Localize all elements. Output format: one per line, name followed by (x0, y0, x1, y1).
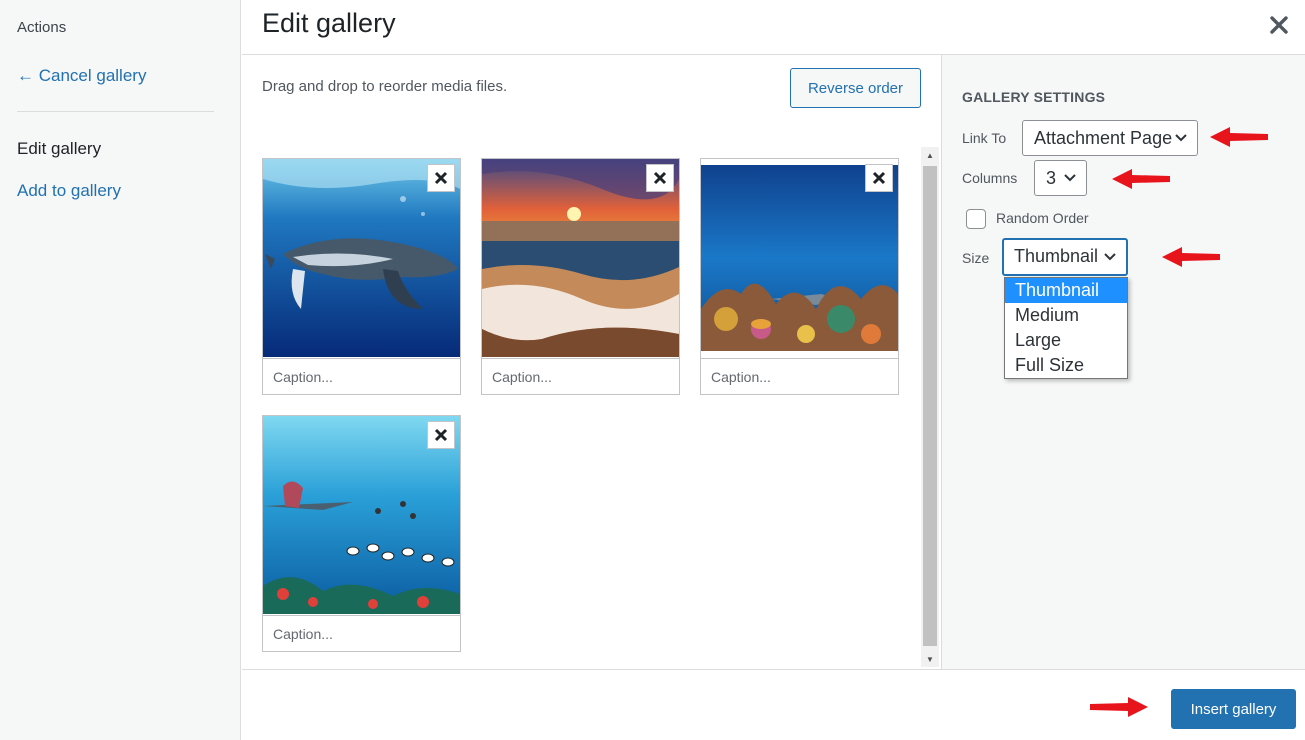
remove-item-button[interactable] (427, 421, 455, 449)
actions-sidebar: Actions ← Cancel gallery Edit gallery Ad… (0, 0, 241, 740)
caption-input[interactable] (482, 358, 679, 394)
reverse-order-button[interactable]: Reverse order (790, 68, 921, 108)
caption-input[interactable] (263, 358, 460, 394)
close-icon (653, 171, 667, 185)
annotation-arrow-icon (1090, 697, 1148, 717)
insert-gallery-button[interactable]: Insert gallery (1171, 689, 1296, 729)
caption-input[interactable] (263, 615, 460, 651)
annotation-arrow-icon (1210, 127, 1268, 147)
remove-item-button[interactable] (865, 164, 893, 192)
gallery-item[interactable] (262, 415, 461, 652)
link-to-label: Link To (962, 130, 1007, 146)
modal-header: Edit gallery (242, 0, 1305, 55)
chevron-down-icon (1175, 134, 1187, 142)
size-option-thumbnail[interactable]: Thumbnail (1005, 278, 1127, 303)
close-icon[interactable] (1266, 12, 1292, 38)
remove-item-button[interactable] (646, 164, 674, 192)
gallery-item[interactable] (700, 158, 899, 395)
close-icon (434, 171, 448, 185)
scroll-up-arrow-icon[interactable]: ▲ (921, 147, 939, 163)
link-to-select[interactable]: Attachment Page (1022, 120, 1198, 156)
size-option-large[interactable]: Large (1005, 328, 1127, 353)
sidebar-item-edit-gallery[interactable]: Edit gallery (17, 139, 101, 159)
annotation-arrow-icon (1162, 247, 1220, 267)
cancel-gallery-link[interactable]: ← Cancel gallery (17, 66, 146, 86)
remove-item-button[interactable] (427, 164, 455, 192)
random-order-checkbox[interactable] (966, 209, 986, 229)
scroll-down-arrow-icon[interactable]: ▼ (921, 651, 939, 667)
size-dropdown: Thumbnail Medium Large Full Size (1004, 277, 1128, 379)
gallery-item[interactable] (481, 158, 680, 395)
chevron-down-icon (1104, 253, 1116, 261)
settings-title: GALLERY SETTINGS (962, 89, 1106, 105)
caption-input[interactable] (701, 358, 898, 394)
size-value: Thumbnail (1014, 246, 1099, 266)
columns-value: 3 (1046, 168, 1057, 188)
chevron-down-icon (1064, 174, 1076, 182)
close-icon (434, 428, 448, 442)
size-option-full-size[interactable]: Full Size (1005, 353, 1127, 378)
columns-label: Columns (962, 170, 1018, 186)
size-label: Size (962, 250, 990, 266)
gallery-scrollbar[interactable]: ▲ ▼ (921, 147, 939, 667)
size-option-medium[interactable]: Medium (1005, 303, 1127, 328)
scrollbar-thumb[interactable] (923, 166, 937, 646)
random-order-label: Random Order (996, 210, 1089, 226)
sidebar-heading: Actions (17, 19, 67, 36)
add-to-gallery-link[interactable]: Add to gallery (17, 181, 121, 201)
size-select[interactable]: Thumbnail (1002, 238, 1128, 276)
gallery-item[interactable] (262, 158, 461, 395)
link-to-value: Attachment Page (1034, 128, 1173, 148)
reorder-instructions: Drag and drop to reorder media files. (262, 78, 508, 95)
columns-select[interactable]: 3 (1034, 160, 1087, 196)
sidebar-divider (17, 111, 214, 112)
close-icon (872, 171, 886, 185)
annotation-arrow-icon (1112, 169, 1170, 189)
page-title: Edit gallery (262, 8, 396, 38)
